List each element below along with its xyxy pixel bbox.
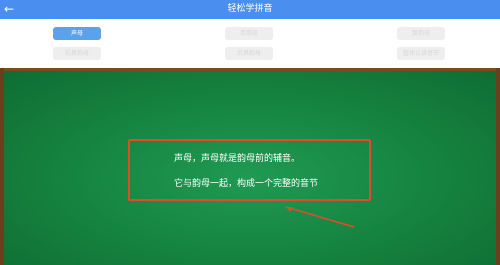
- title-bar: ← 轻松学拼音: [0, 0, 500, 19]
- tab-houbiyunmu[interactable]: 后鼻韵母: [225, 47, 273, 60]
- tab-fuyunmu[interactable]: 复韵母: [397, 27, 445, 40]
- tab-shengmu[interactable]: 声母: [53, 27, 101, 40]
- explanation-line-2: 它与韵母一起，构成一个完整的音节: [174, 179, 319, 189]
- tab-zhengtirendu[interactable]: 整体认读音节: [397, 47, 445, 60]
- explanation-line-1: 声母，声母就是韵母前的辅音。: [174, 154, 301, 164]
- category-tabs: 声母 单韵母 复韵母 前鼻韵母 后鼻韵母 整体认读音节: [0, 19, 500, 66]
- tab-danyunmu[interactable]: 单韵母: [225, 27, 273, 40]
- pointer-arrow-icon: [285, 206, 355, 228]
- tab-qianbiyunmu[interactable]: 前鼻韵母: [53, 47, 101, 60]
- chalkboard-frame-right: [496, 68, 500, 265]
- chalkboard-frame-left: [0, 68, 4, 265]
- page-title: 轻松学拼音: [227, 4, 273, 14]
- explanation-box: 声母，声母就是韵母前的辅音。 它与韵母一起，构成一个完整的音节: [128, 139, 371, 201]
